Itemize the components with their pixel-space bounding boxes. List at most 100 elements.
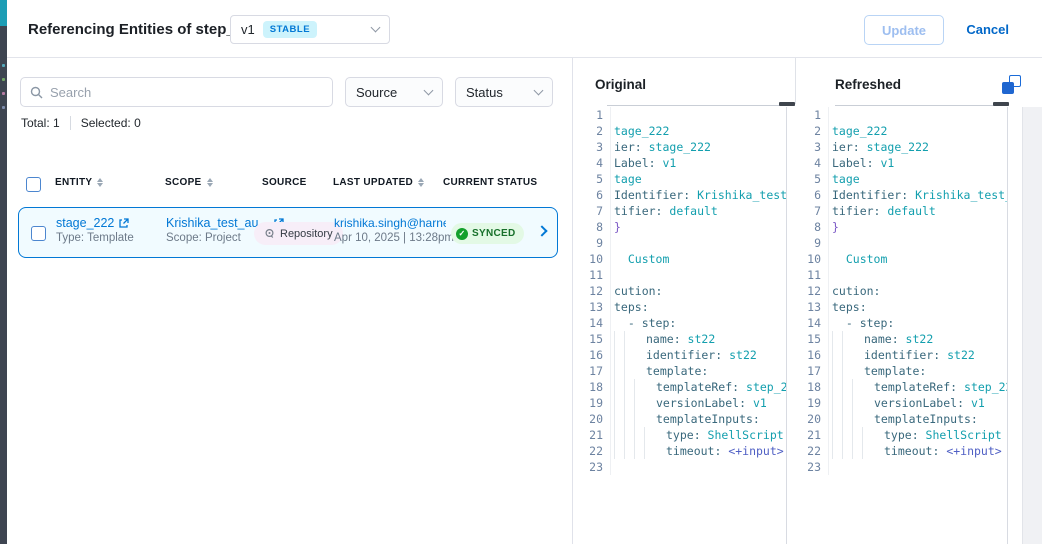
indent-guide <box>634 427 644 443</box>
code-line: 20templateInputs: <box>577 411 786 427</box>
source-filter-dropdown[interactable]: Source <box>345 77 443 107</box>
code-line: 9 <box>577 235 786 251</box>
sort-icon[interactable] <box>418 178 424 187</box>
code-line: 10 Custom <box>806 251 1007 267</box>
scrollbar-thumb[interactable] <box>993 102 1009 106</box>
nav-dot-icon <box>2 78 5 81</box>
source-badge: Repository <box>254 222 343 245</box>
indent-guide <box>832 331 842 347</box>
selected-count: Selected: 0 <box>81 116 141 130</box>
table-row[interactable]: stage_222 Type: Template Krishika_test_a… <box>18 207 558 258</box>
code-line: 11 <box>577 267 786 283</box>
nav-dot-icon <box>2 92 5 95</box>
code-line: 14 - step: <box>577 315 786 331</box>
indent-guide <box>634 395 644 411</box>
column-current-status: CURRENT STATUS <box>443 177 537 188</box>
column-entity[interactable]: ENTITY <box>55 177 103 188</box>
line-number: 17 <box>577 363 610 379</box>
column-source: SOURCE <box>262 177 307 188</box>
list-summary: Total: 1 Selected: 0 <box>21 116 141 130</box>
repository-icon <box>264 228 275 239</box>
indent-guide <box>614 379 624 395</box>
entity-link[interactable]: stage_222 <box>56 216 134 230</box>
code-line: 21type: ShellScript <box>577 427 786 443</box>
column-scope[interactable]: SCOPE <box>165 177 213 188</box>
code-line: 12cution: <box>806 283 1007 299</box>
code-line: 17template: <box>577 363 786 379</box>
code-line: 15name: st22 <box>806 331 1007 347</box>
sort-icon[interactable] <box>97 178 103 187</box>
stable-badge: STABLE <box>263 21 317 38</box>
vertical-scrollbar[interactable] <box>1022 107 1042 544</box>
line-number: 11 <box>577 267 610 283</box>
code-line: 22timeout: <+input> <box>577 443 786 459</box>
line-number: 3 <box>577 139 610 155</box>
total-count: Total: 1 <box>21 116 60 130</box>
line-number: 20 <box>577 411 610 427</box>
line-number: 1 <box>806 107 828 123</box>
check-icon: ✓ <box>456 228 468 240</box>
version-dropdown[interactable]: v1 STABLE <box>230 15 390 44</box>
line-number: 5 <box>806 171 828 187</box>
code-line: 19versionLabel: v1 <box>577 395 786 411</box>
code-line: 3ier: stage_222 <box>577 139 786 155</box>
code-line: 10 Custom <box>577 251 786 267</box>
indent-guide <box>634 443 644 459</box>
left-nav-sliver <box>0 0 7 544</box>
code-line: 20templateInputs: <box>806 411 1007 427</box>
copy-icon[interactable] <box>1002 75 1021 94</box>
row-checkbox[interactable] <box>31 226 46 241</box>
line-number: 18 <box>806 379 828 395</box>
line-number: 8 <box>577 219 610 235</box>
line-number: 6 <box>577 187 610 203</box>
column-last-updated[interactable]: LAST UPDATED <box>333 177 424 188</box>
line-number: 13 <box>806 299 828 315</box>
indent-guide <box>624 363 634 379</box>
code-line: 1 <box>577 107 786 123</box>
update-button[interactable]: Update <box>864 15 944 45</box>
indent-guide <box>842 379 852 395</box>
indent-guide <box>832 363 842 379</box>
chevron-right-icon[interactable] <box>536 225 547 236</box>
modal-header: Referencing Entities of step_222 v1 STAB… <box>7 0 1042 58</box>
line-number: 22 <box>577 443 610 459</box>
indent-guide <box>842 411 852 427</box>
line-number: 17 <box>806 363 828 379</box>
status-filter-dropdown[interactable]: Status <box>455 77 553 107</box>
scrollbar-thumb[interactable] <box>779 102 795 106</box>
select-all-checkbox[interactable] <box>26 177 41 192</box>
indent-guide <box>644 443 654 459</box>
indent-guide <box>852 427 862 443</box>
indent-guide <box>634 411 644 427</box>
search-input[interactable] <box>50 85 323 100</box>
chevron-down-icon <box>424 85 434 95</box>
code-line: 12cution: <box>577 283 786 299</box>
line-number: 12 <box>577 283 610 299</box>
code-line: 13teps: <box>806 299 1007 315</box>
divider <box>70 116 71 130</box>
refreshed-code-editor[interactable]: 12tage_2223ier: stage_2224Label: v15tage… <box>806 107 1008 544</box>
line-number: 3 <box>806 139 828 155</box>
line-number: 16 <box>577 347 610 363</box>
indent-guide <box>832 443 842 459</box>
line-number: 11 <box>806 267 828 283</box>
code-line: 21type: ShellScript <box>806 427 1007 443</box>
indent-guide <box>832 347 842 363</box>
code-line: 2tage_222 <box>577 123 786 139</box>
line-number: 6 <box>806 187 828 203</box>
original-code-editor[interactable]: 12tage_2223ier: stage_2224Label: v15tage… <box>577 107 787 544</box>
code-line: 16identifier: st22 <box>577 347 786 363</box>
status-badge: ✓ SYNCED <box>451 223 524 244</box>
indent-guide <box>624 395 634 411</box>
code-line: 7tifier: default <box>806 203 1007 219</box>
indent-guide <box>842 395 852 411</box>
indent-guide <box>862 427 872 443</box>
sort-icon[interactable] <box>207 178 213 187</box>
updated-by-link[interactable]: krishika.singh@harnes... <box>334 216 446 230</box>
indent-guide <box>852 411 862 427</box>
indent-guide <box>832 379 842 395</box>
indent-guide <box>832 411 842 427</box>
line-number: 8 <box>806 219 828 235</box>
indent-guide <box>842 443 852 459</box>
cancel-button[interactable]: Cancel <box>966 22 1009 37</box>
